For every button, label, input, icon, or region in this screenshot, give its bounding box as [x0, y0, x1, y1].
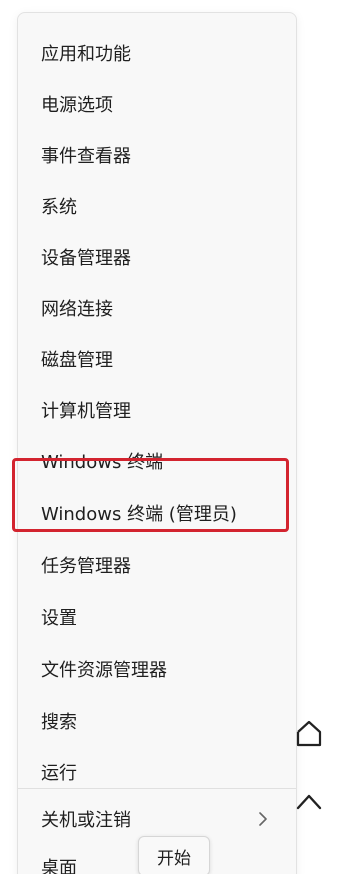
menu-item-event-viewer[interactable]: 事件查看器	[18, 133, 296, 177]
menu-item-network-connections[interactable]: 网络连接	[18, 286, 296, 330]
screen: 应用和功能 电源选项 事件查看器 系统 设备管理器 网络连接 磁盘管理 计算机管…	[0, 0, 343, 874]
quick-link-context-menu: 应用和功能 电源选项 事件查看器 系统 设备管理器 网络连接 磁盘管理 计算机管…	[17, 12, 297, 874]
home-icon	[296, 720, 322, 747]
menu-item-label: 搜索	[41, 712, 77, 733]
menu-item-disk-management[interactable]: 磁盘管理	[18, 337, 296, 381]
menu-item-label: 电源选项	[41, 95, 113, 116]
menu-item-label: 磁盘管理	[41, 350, 113, 371]
menu-item-label: 应用和功能	[41, 44, 131, 65]
menu-item-system[interactable]: 系统	[18, 184, 296, 228]
menu-item-label: 系统	[41, 197, 77, 218]
menu-item-device-manager[interactable]: 设备管理器	[18, 235, 296, 279]
menu-divider	[18, 788, 296, 789]
menu-item-shutdown-or-sign-out[interactable]: 关机或注销	[18, 797, 296, 841]
chevron-up-icon[interactable]	[292, 786, 326, 820]
menu-item-label: 计算机管理	[41, 401, 131, 422]
menu-item-label: 事件查看器	[41, 146, 131, 167]
menu-item-label: 任务管理器	[41, 556, 131, 577]
menu-item-settings[interactable]: 设置	[18, 595, 296, 639]
menu-item-label: 设备管理器	[41, 248, 131, 269]
chevron-right-icon	[259, 812, 267, 826]
menu-item-label: 桌面	[41, 858, 77, 874]
menu-item-label: Windows 终端	[41, 452, 164, 473]
menu-item-search[interactable]: 搜索	[18, 699, 296, 743]
menu-item-windows-terminal[interactable]: Windows 终端	[18, 439, 296, 483]
menu-item-power-options[interactable]: 电源选项	[18, 82, 296, 126]
menu-item-task-manager[interactable]: 任务管理器	[18, 543, 296, 587]
start-tooltip: 开始	[138, 836, 210, 874]
menu-item-windows-terminal-admin[interactable]: Windows 终端 (管理员)	[18, 491, 296, 535]
menu-item-label: 设置	[41, 608, 77, 629]
menu-item-computer-management[interactable]: 计算机管理	[18, 388, 296, 432]
menu-item-label: 运行	[41, 763, 77, 784]
menu-item-label: 网络连接	[41, 299, 113, 320]
menu-item-apps-and-features[interactable]: 应用和功能	[18, 31, 296, 75]
menu-item-label: 关机或注销	[41, 810, 131, 831]
menu-item-label: 文件资源管理器	[41, 660, 167, 681]
menu-item-file-explorer[interactable]: 文件资源管理器	[18, 647, 296, 691]
tooltip-label: 开始	[157, 848, 191, 869]
menu-item-label: Windows 终端 (管理员)	[41, 504, 237, 525]
